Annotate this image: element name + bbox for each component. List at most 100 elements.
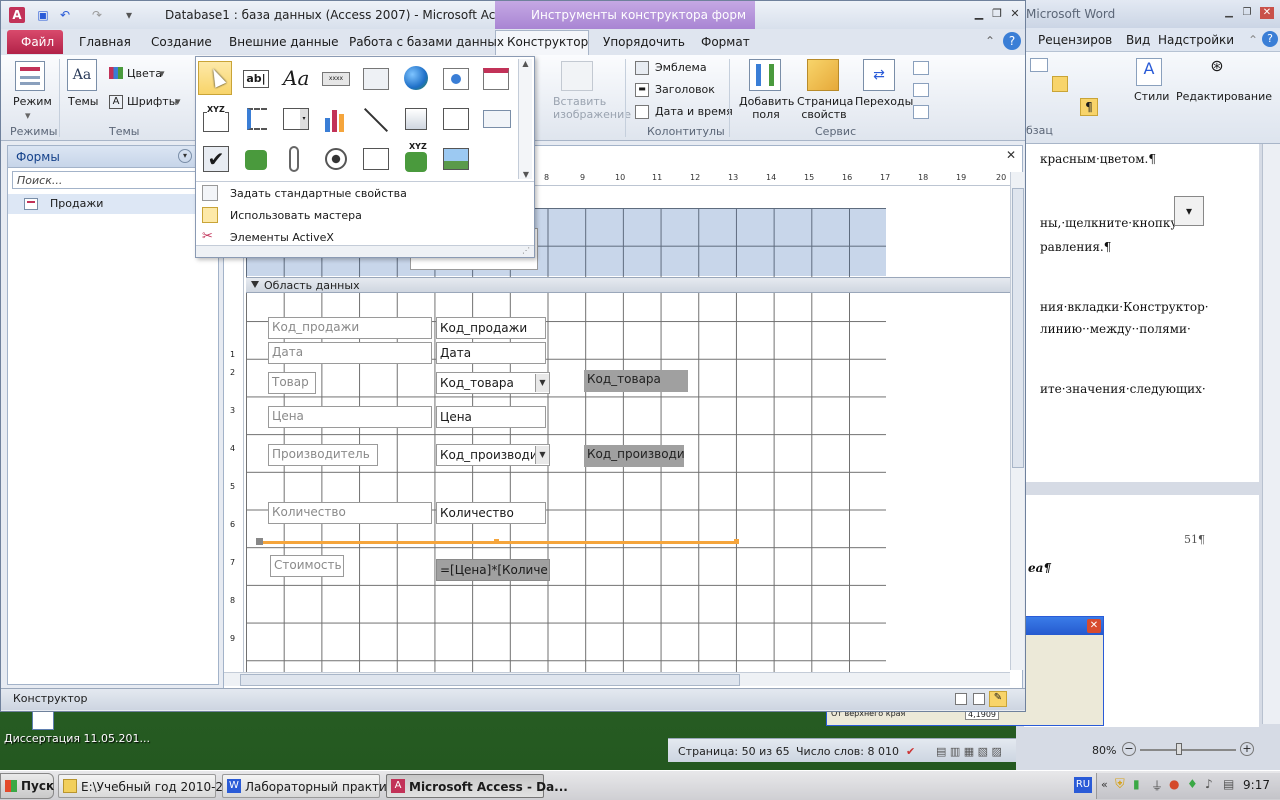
textbox-icon[interactable]: ab| xyxy=(238,61,272,95)
unbound-object-icon[interactable] xyxy=(238,141,272,175)
themes-button[interactable]: Темы xyxy=(68,95,98,108)
save-icon[interactable]: ▣ xyxy=(35,7,51,23)
styles-icon[interactable]: A xyxy=(1136,58,1162,86)
mode-button[interactable]: Режим xyxy=(13,95,52,108)
editing-button[interactable]: Редактирование xyxy=(1176,90,1272,103)
convert-macros-icon[interactable] xyxy=(913,105,929,119)
emblem-icon[interactable] xyxy=(635,61,649,75)
grey-product-field[interactable]: Код_товара xyxy=(584,370,688,392)
combo-manufacturer[interactable]: Код_производи ▼ xyxy=(436,444,550,466)
line-resize-handle[interactable] xyxy=(494,539,499,544)
tab-constructor[interactable]: Конструктор xyxy=(507,35,588,49)
button-icon[interactable]: xxxx xyxy=(318,61,352,95)
field-date[interactable]: Дата xyxy=(436,342,546,364)
checkbox-icon[interactable]: ✔ xyxy=(198,141,232,175)
zoom-level[interactable]: 80% xyxy=(1092,744,1116,757)
network-icon[interactable]: ▮ xyxy=(1133,777,1140,791)
word-tab-addins[interactable]: Надстройки xyxy=(1158,33,1234,47)
zoom-out-icon[interactable]: − xyxy=(1122,742,1136,756)
page-break-icon[interactable] xyxy=(238,101,272,135)
horizontal-scrollbar[interactable] xyxy=(224,672,1010,686)
tab-order-icon[interactable]: ⇄ xyxy=(863,59,895,91)
menu-set-defaults[interactable]: Задать стандартные свойства xyxy=(230,187,407,200)
task-word[interactable]: W Лабораторный практик... xyxy=(222,774,406,798)
layout-view-icon[interactable] xyxy=(973,693,985,705)
web-browser-icon[interactable] xyxy=(438,61,472,95)
start-button[interactable]: Пуск xyxy=(0,773,54,799)
add-fields-icon[interactable] xyxy=(749,59,781,91)
select-pointer-icon[interactable] xyxy=(198,61,232,95)
zoom-slider[interactable] xyxy=(1140,749,1236,751)
word-tab-view[interactable]: Вид xyxy=(1126,33,1150,47)
chevron-down-icon[interactable]: ▼ xyxy=(535,374,549,392)
line-control[interactable] xyxy=(260,541,738,544)
designer-close-icon[interactable]: ✕ xyxy=(1006,148,1016,162)
field-cost-expression[interactable]: =[Цена]*[Количе xyxy=(436,559,550,581)
menu-use-wizards[interactable]: Использовать мастера xyxy=(230,209,362,222)
redo-icon[interactable]: ↷ xyxy=(89,7,105,23)
word-close-button[interactable]: ✕ xyxy=(1260,7,1274,19)
tray-app-icon[interactable]: ♦ xyxy=(1187,777,1198,791)
list-icon[interactable] xyxy=(1030,58,1048,72)
combo-box-icon[interactable]: ▾ xyxy=(278,101,312,135)
label-icon[interactable]: Aa xyxy=(278,61,312,95)
tray-expand-icon[interactable]: « xyxy=(1101,778,1108,791)
subform-control-icon[interactable] xyxy=(358,141,392,175)
chevron-down-icon[interactable]: ▼ xyxy=(535,446,549,464)
vertical-scroll-thumb[interactable] xyxy=(1012,188,1024,468)
navigation-control-icon[interactable] xyxy=(478,61,512,95)
grey-manufacturer-field[interactable]: Код_производи xyxy=(584,445,684,467)
label-manufacturer[interactable]: Производитель xyxy=(268,444,378,466)
usb-icon[interactable]: ⏚ xyxy=(1151,777,1163,794)
colors-icon[interactable] xyxy=(109,67,123,79)
label-sale-id[interactable]: Код_продажи xyxy=(268,317,432,339)
maximize-button[interactable]: ❐ xyxy=(989,7,1005,21)
close-button[interactable]: ✕ xyxy=(1007,7,1023,21)
form-view-icon[interactable] xyxy=(955,693,967,705)
colors-dropdown-icon[interactable]: ▾ xyxy=(159,67,165,80)
field-price[interactable]: Цена xyxy=(436,406,546,428)
label-product[interactable]: Товар xyxy=(268,372,316,394)
attachment-icon[interactable] xyxy=(278,141,312,175)
access-logo-icon[interactable]: A xyxy=(9,7,25,23)
pilcrow-icon[interactable]: ¶ xyxy=(1080,98,1098,116)
word-tab-review[interactable]: Рецензиров xyxy=(1038,33,1112,47)
image-icon[interactable] xyxy=(438,141,472,175)
field-sale-id[interactable]: Код_продажи xyxy=(436,317,546,339)
spellcheck-icon[interactable]: ✔ xyxy=(906,745,915,758)
list-box-icon[interactable] xyxy=(438,101,472,135)
option-button-icon[interactable] xyxy=(318,141,352,175)
tab-external-data[interactable]: Внешние данные xyxy=(229,35,338,49)
word-maximize-button[interactable]: ❐ xyxy=(1240,7,1254,19)
property-sheet-icon[interactable] xyxy=(807,59,839,91)
quick-access-menu-icon[interactable]: ▾ xyxy=(121,7,137,23)
dialog-close-button[interactable]: ✕ xyxy=(1087,619,1101,633)
language-indicator[interactable]: RU xyxy=(1074,777,1092,793)
word-minimize-button[interactable]: ▁ xyxy=(1222,7,1236,19)
undo-icon[interactable]: ↶ xyxy=(57,7,73,23)
zoom-in-icon[interactable]: + xyxy=(1240,742,1254,756)
add-fields-button[interactable]: Добавить поля xyxy=(739,95,794,121)
volume-icon[interactable]: ♪ xyxy=(1205,777,1213,791)
label-cost[interactable]: Стоимость xyxy=(270,555,344,577)
align-icon[interactable] xyxy=(1052,76,1068,92)
heading-button[interactable]: Заголовок xyxy=(655,83,715,96)
line-resize-handle[interactable] xyxy=(734,539,739,544)
view-mode-icon[interactable] xyxy=(15,61,45,91)
minimize-button[interactable]: ▁ xyxy=(971,7,987,21)
toggle-button-icon[interactable] xyxy=(398,101,432,135)
desktop-icon-dissertation[interactable]: Диссертация 11.05.201... xyxy=(4,708,150,760)
antivirus-icon[interactable]: ● xyxy=(1169,777,1179,791)
detail-section-bar[interactable]: Область данных xyxy=(246,277,1010,293)
view-buttons-icon[interactable]: ▤ ▥ ▦ ▧ ▨ xyxy=(936,745,1002,758)
tab-create[interactable]: Создание xyxy=(151,35,212,49)
tray-misc-icon[interactable]: ▤ xyxy=(1223,777,1234,791)
scroll-down-icon[interactable]: ▼ xyxy=(519,170,533,179)
task-access[interactable]: A Microsoft Access - Da... xyxy=(386,774,568,798)
property-page-button[interactable]: Страница свойств xyxy=(797,95,853,121)
field-quantity[interactable]: Количество xyxy=(436,502,546,524)
emblem-button[interactable]: Эмблема xyxy=(655,61,707,74)
colors-button[interactable]: Цвета xyxy=(127,67,162,80)
zoom-thumb[interactable] xyxy=(1176,743,1182,755)
shield-icon[interactable]: ⛨ xyxy=(1115,777,1125,792)
